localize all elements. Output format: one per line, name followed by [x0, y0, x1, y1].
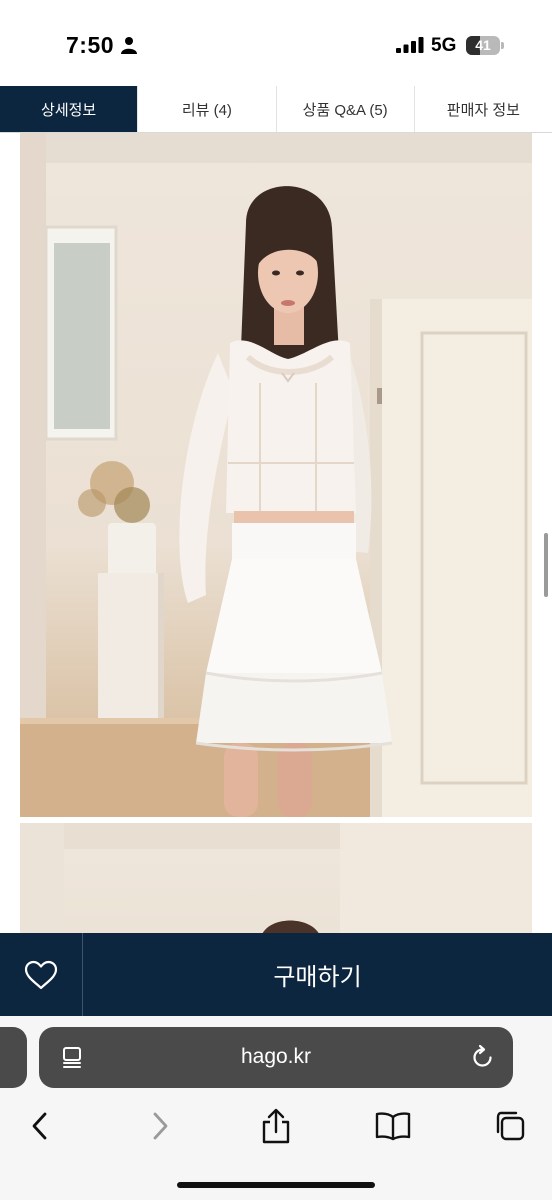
- model-photo-illustration: [20, 133, 532, 817]
- tabs-button[interactable]: [490, 1106, 530, 1146]
- person-icon: [121, 37, 137, 54]
- home-indicator: [177, 1182, 375, 1188]
- status-time: 7:50: [66, 32, 115, 58]
- tab-reviews[interactable]: 리뷰 (4): [137, 86, 276, 132]
- battery-icon: 41: [466, 36, 504, 55]
- reload-icon[interactable]: [471, 1044, 495, 1070]
- buy-button[interactable]: 구매하기: [83, 933, 552, 1016]
- address-bar[interactable]: hago.kr: [39, 1027, 513, 1088]
- forward-button[interactable]: [140, 1106, 180, 1146]
- scroll-indicator[interactable]: [544, 533, 548, 597]
- product-image: [20, 823, 532, 933]
- bookmarks-icon: [375, 1112, 411, 1141]
- browser-bottom-bar: hago.kr: [0, 1016, 552, 1200]
- battery-level: 41: [475, 37, 491, 53]
- tab-qna[interactable]: 상품 Q&A (5): [275, 86, 414, 132]
- bookmarks-button[interactable]: [373, 1106, 413, 1146]
- product-image: [20, 133, 532, 817]
- wishlist-button[interactable]: [0, 933, 83, 1016]
- product-tabs: 상세정보 리뷰 (4) 상품 Q&A (5) 판매자 정보: [0, 86, 552, 133]
- previous-tab-pill[interactable]: [0, 1027, 27, 1088]
- status-bar: 7:50 5G 41: [0, 0, 552, 86]
- model-photo-illustration: [20, 823, 532, 933]
- share-button[interactable]: [256, 1106, 296, 1146]
- signal-icon: [396, 37, 424, 53]
- tab-details[interactable]: 상세정보: [0, 86, 138, 132]
- heart-icon: [24, 960, 58, 989]
- tab-seller-info[interactable]: 판매자 정보: [413, 86, 552, 132]
- back-button[interactable]: [20, 1106, 60, 1146]
- network-label: 5G: [431, 35, 457, 56]
- back-icon: [32, 1112, 47, 1140]
- forward-icon: [153, 1112, 168, 1140]
- share-icon: [262, 1108, 290, 1144]
- product-detail-content: [0, 133, 552, 933]
- url-text[interactable]: hago.kr: [39, 1045, 513, 1069]
- tabs-icon: [496, 1111, 525, 1141]
- purchase-bar: 구매하기: [0, 933, 552, 1016]
